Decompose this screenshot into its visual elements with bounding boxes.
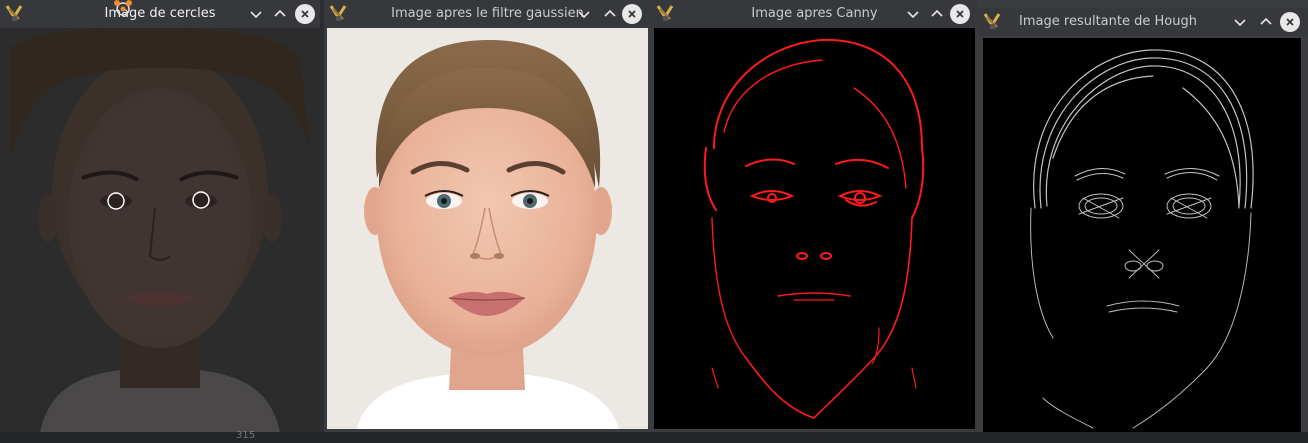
close-icon	[1286, 18, 1294, 26]
maximize-button[interactable]	[1256, 12, 1276, 32]
gaussian-image	[327, 28, 648, 429]
collapse-button[interactable]	[246, 4, 266, 24]
window-circles: Image de cercles	[0, 0, 320, 432]
close-button[interactable]	[950, 4, 970, 24]
close-icon	[956, 10, 964, 18]
titlebar[interactable]: Image resultante de Hough	[978, 8, 1308, 36]
maximize-button[interactable]	[927, 4, 947, 24]
circles-image	[0, 28, 320, 432]
window-canny: Image apres Canny	[651, 0, 978, 432]
titlebar[interactable]: Image apres le filtre gaussien	[324, 0, 651, 28]
close-button[interactable]	[295, 4, 315, 24]
close-button[interactable]	[622, 4, 642, 24]
chevron-up-icon	[274, 9, 286, 17]
chevron-up-icon	[931, 9, 943, 17]
hough-image	[983, 38, 1301, 432]
close-icon	[628, 10, 636, 18]
chevron-up-icon	[604, 9, 616, 17]
maximize-button[interactable]	[270, 4, 290, 24]
window-hough: Image resultante de Hough	[978, 0, 1308, 432]
window-title: Image resultante de Hough	[1019, 14, 1197, 29]
status-bar	[0, 432, 1308, 443]
chevron-down-icon	[250, 11, 262, 19]
close-button[interactable]	[1280, 12, 1300, 32]
cursor-icon	[114, 0, 132, 16]
chevron-down-icon	[578, 11, 590, 19]
chevron-down-icon	[907, 11, 919, 19]
close-icon	[301, 10, 309, 18]
window-gaussian: Image apres le filtre gaussien	[324, 0, 651, 432]
collapse-button[interactable]	[574, 4, 594, 24]
collapse-button[interactable]	[1230, 12, 1250, 32]
collapse-button[interactable]	[903, 4, 923, 24]
maximize-button[interactable]	[600, 4, 620, 24]
status-value: 315	[236, 430, 256, 441]
chevron-down-icon	[1234, 19, 1246, 27]
titlebar[interactable]: Image de cercles	[0, 0, 320, 28]
titlebar[interactable]: Image apres Canny	[651, 0, 978, 28]
canny-image	[654, 28, 975, 429]
chevron-up-icon	[1260, 17, 1272, 25]
